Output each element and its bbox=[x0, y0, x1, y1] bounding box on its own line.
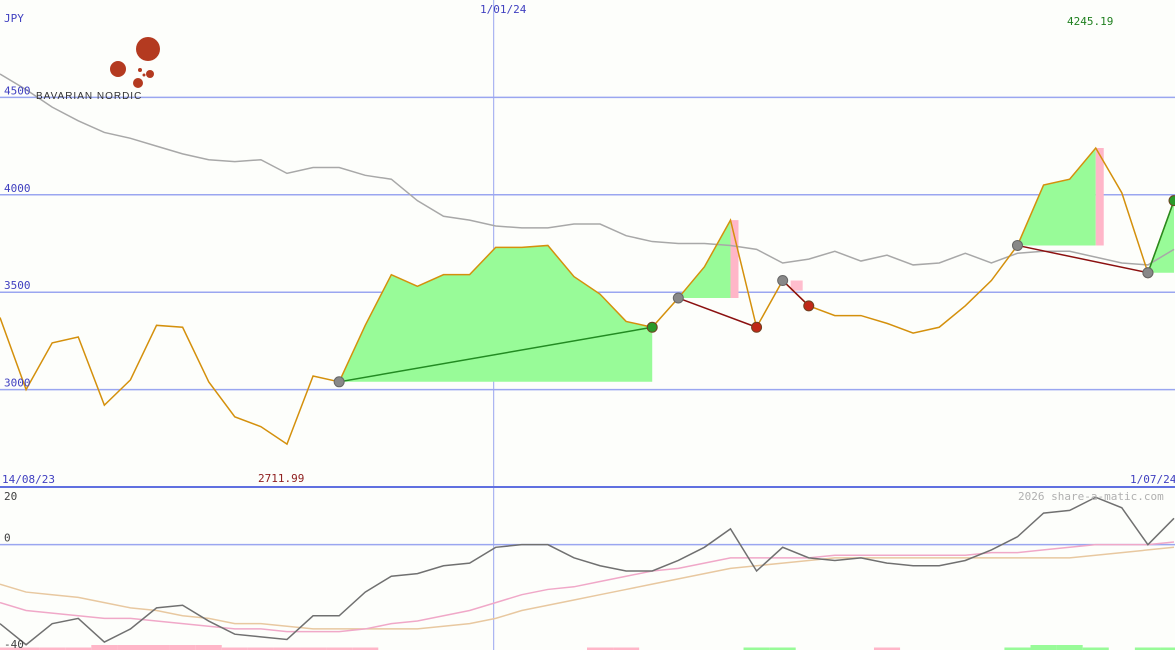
signal-end-marker bbox=[646, 321, 658, 333]
signal-start-marker bbox=[333, 376, 345, 388]
logo-dot-small bbox=[146, 70, 154, 78]
stock-chart: BAVARIAN NORDIC JPY 1/01/24 4245.19 2711… bbox=[0, 0, 1175, 650]
histogram-bar bbox=[143, 645, 170, 650]
logo-dot-medium bbox=[110, 61, 126, 77]
fall-fill-area bbox=[1095, 148, 1104, 246]
y-tick-label: 3000 bbox=[4, 377, 31, 390]
signal-start-marker bbox=[1011, 239, 1023, 251]
min-value-label: 2711.99 bbox=[258, 472, 304, 485]
indicator-tick-label: 0 bbox=[4, 532, 11, 545]
date-label-center: 1/01/24 bbox=[480, 3, 527, 16]
histogram-bar bbox=[1056, 645, 1083, 650]
y-tick-label: 3500 bbox=[4, 279, 31, 292]
indicator-tick-label: -40 bbox=[4, 638, 24, 650]
logo-dot-tiny bbox=[142, 73, 146, 77]
signal-start-marker bbox=[777, 275, 789, 287]
indicator-tick-label: 20 bbox=[4, 490, 17, 503]
logo-dot-tiny bbox=[138, 68, 142, 72]
histogram-bar bbox=[91, 645, 118, 650]
signal-end-marker bbox=[803, 300, 815, 312]
date-label-end: 1/07/24 bbox=[1130, 473, 1175, 486]
logo-dot-small bbox=[133, 78, 143, 88]
histogram-bar bbox=[169, 645, 196, 650]
signal-start-marker bbox=[1142, 267, 1154, 279]
fall-fill-area bbox=[730, 220, 739, 299]
signal-end-marker bbox=[751, 321, 763, 333]
y-tick-label: 4500 bbox=[4, 84, 31, 97]
date-label-start: 14/08/23 bbox=[2, 473, 55, 486]
y-tick-label: 4000 bbox=[4, 182, 31, 195]
histogram-bar bbox=[195, 645, 222, 650]
credit-text: 2026 share-a-matic.com bbox=[1018, 490, 1164, 503]
signal-end-marker bbox=[1168, 195, 1175, 207]
logo-dot-large bbox=[136, 37, 160, 61]
histogram-bar bbox=[117, 645, 144, 650]
max-value-label: 4245.19 bbox=[1067, 15, 1113, 28]
signal-start-marker bbox=[672, 292, 684, 304]
histogram-bar bbox=[1030, 645, 1057, 650]
currency-label: JPY bbox=[4, 12, 24, 25]
logo-text: BAVARIAN NORDIC bbox=[36, 91, 142, 102]
